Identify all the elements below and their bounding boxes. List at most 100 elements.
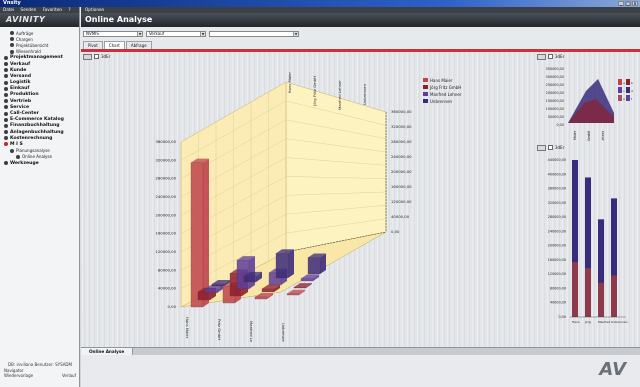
legend-label: e (623, 97, 625, 101)
bar (254, 296, 268, 300)
minimize-button[interactable]: _ (618, 1, 624, 6)
navigator-button[interactable]: Navigator (4, 368, 24, 373)
dimension-select-value: Verkauf (149, 31, 165, 36)
folder-icon (10, 148, 14, 153)
folder-icon (4, 123, 8, 128)
legend-swatch (618, 87, 622, 93)
maximize-button[interactable]: □ (625, 1, 631, 6)
y-tick-label: 50000,00 (548, 115, 564, 119)
print-icon[interactable] (537, 144, 546, 151)
chevron-down-icon: ▼ (293, 32, 298, 36)
bar-segment (598, 282, 604, 317)
legend-label: Unbrennen (430, 99, 453, 104)
y-tick-label: 240000,00 (155, 194, 176, 199)
series-axis-label: Manfred Lehner (337, 80, 342, 110)
y-tick-label: 350000,00 (546, 67, 564, 71)
legend-label: Jörg Fritz GmbH (429, 85, 461, 90)
y-tick-label: 200000,00 (548, 244, 566, 248)
right-tick-label: 200000,00 (391, 169, 412, 174)
y-tick-label: 100000,00 (546, 107, 564, 111)
bar (261, 288, 275, 293)
bar (211, 283, 225, 287)
verlauf-button[interactable]: Verlauf (62, 373, 76, 378)
3d-label: 3dEr (555, 54, 565, 59)
series-axis-label: Jörg Fritz GmbH (312, 76, 317, 107)
3d-checkbox[interactable] (94, 54, 99, 59)
3d-checkbox[interactable] (548, 54, 553, 59)
bar-segment (585, 268, 591, 317)
chart-area: 3dEr 3dEr 3dEr 0,00 40000,00 80000,00 12000… (81, 52, 640, 352)
y-tick-label: 120000,00 (548, 272, 566, 276)
x-category-label: Hans Maier (185, 317, 190, 339)
x-category-label: Fritz GmbH (217, 319, 222, 340)
y-tick-label: 0,00 (558, 315, 566, 319)
view-select[interactable]: ▼ (209, 31, 299, 37)
tab-bar: Pivot Chart Abfrage (81, 41, 640, 49)
wiedervorlage-button[interactable]: Wiedervorlage (4, 373, 33, 378)
x-category-label: Unbrennen (281, 323, 286, 342)
menu-datei[interactable]: Datei (3, 7, 14, 12)
close-button[interactable]: × (632, 1, 638, 6)
x-category-label: Hans Maier (573, 130, 577, 141)
x-category-label: Manfred (598, 320, 610, 324)
y-tick-label: 120000,00 (155, 249, 176, 254)
chevron-down-icon: ▼ (200, 32, 205, 36)
folder-icon (10, 49, 14, 54)
y-tick-label: 280000,00 (155, 176, 176, 181)
y-tick-label: 320000,00 (548, 201, 566, 205)
right-tick-label: 0,00 (391, 229, 400, 234)
x-category-label: Fritz GmbH (587, 130, 591, 141)
bar-segment (611, 275, 617, 317)
tab-abfrage[interactable]: Abfrage (125, 41, 152, 49)
menu-optionen[interactable]: Optionen (85, 7, 104, 12)
y-tick-label: 80000,00 (158, 267, 177, 272)
menu-senden[interactable]: Senden (21, 7, 37, 12)
folder-icon (10, 37, 14, 42)
menu-favoriten[interactable]: Favoriten (43, 7, 62, 12)
legend-swatch (423, 85, 428, 89)
legend-swatch (618, 79, 622, 85)
main-panel: Optionen Online Analyse NVMIS ▼ Verkauf ▼ … (81, 7, 640, 387)
tab-pivot[interactable]: Pivot (83, 41, 103, 49)
y-tick-label: 400000,00 (548, 172, 566, 176)
chart-toolbar-top-right: 3dEr (537, 53, 564, 60)
right-tick-label: 280000,00 (391, 139, 412, 144)
folder-icon (4, 80, 8, 85)
folder-icon (10, 43, 14, 48)
sidebar: Datei Senden Favoriten ? AVINITY Aufträg… (0, 7, 80, 387)
folder-icon (4, 55, 8, 60)
folder-icon (4, 161, 8, 166)
bar-side (288, 249, 294, 278)
3d-checkbox[interactable] (548, 145, 553, 150)
sidebar-item-label: Werkzeuge (10, 160, 39, 166)
chart-legend: Hans Maier Jörg Fritz GmbH Manfred Lehner U… (423, 78, 462, 104)
bottom-tab-bar: Online Analyse (81, 347, 640, 356)
sidebar-item-werkzeuge[interactable]: Werkzeuge (0, 160, 79, 166)
user-info: DB: inviliana Benutzer: SYSADM (8, 362, 72, 367)
cube-select[interactable]: NVMIS ▼ (83, 31, 143, 37)
print-icon[interactable] (83, 53, 92, 60)
chart-toolbar-main: 3dEr (83, 53, 110, 60)
sidebar-item-label: Finanzbuchhaltung (10, 123, 60, 129)
menu-help[interactable]: ? (68, 7, 70, 12)
y-tick-label: 40000,00 (550, 301, 566, 305)
sidebar-item-label: Vertrieb (10, 98, 32, 104)
dimension-select[interactable]: Verkauf ▼ (146, 31, 206, 37)
y-tick-label: 280000,00 (548, 215, 566, 219)
legend-label: b (631, 81, 633, 85)
folder-icon (16, 154, 20, 159)
bar (275, 253, 289, 279)
y-tick-label: 250000,00 (546, 83, 564, 87)
y-tick-label: 360000,00 (548, 187, 566, 191)
legend-swatch (626, 95, 630, 101)
sidebar-item-label: Projektübersicht (16, 42, 49, 48)
status-area (81, 355, 640, 387)
bar (243, 275, 257, 283)
print-icon[interactable] (537, 53, 546, 60)
y-tick-label: 80000,00 (550, 286, 566, 290)
tab-chart[interactable]: Chart (103, 41, 125, 49)
filter-bar: NVMIS ▼ Verkauf ▼ ▼ (81, 27, 640, 41)
sidebar-nav: Aufträge Chargen Projektübersicht Wiesenhra… (0, 27, 79, 166)
series-axis-label: Unbrennen (362, 83, 367, 105)
sidebar-item-label: Kunde (10, 67, 27, 73)
